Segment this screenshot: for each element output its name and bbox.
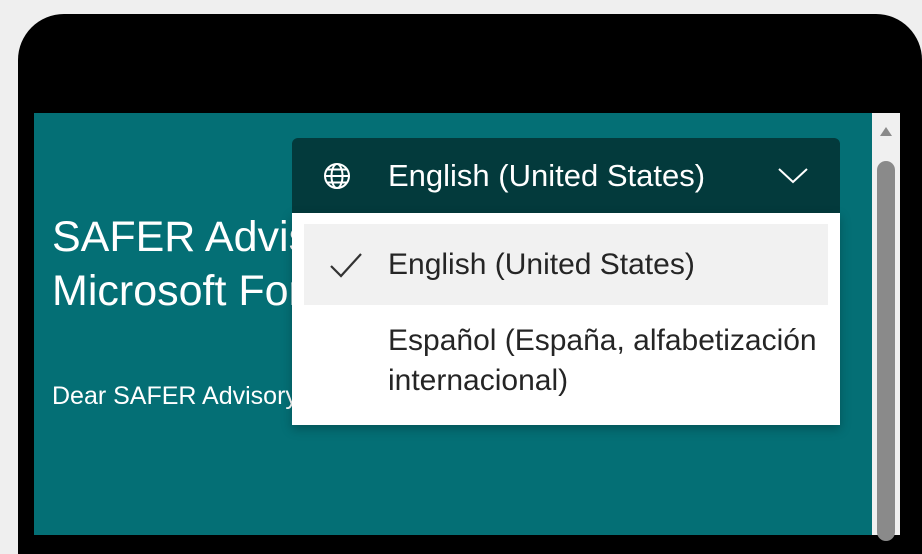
language-selector-button[interactable]: English (United States) bbox=[292, 138, 840, 213]
language-option-spanish[interactable]: Español (España, alfabetización internac… bbox=[304, 311, 828, 417]
scrollbar[interactable] bbox=[872, 113, 900, 541]
checkmark-icon bbox=[328, 248, 364, 282]
language-dropdown-menu: English (United States) Español (España,… bbox=[292, 213, 840, 425]
language-option-label: Español (España, alfabetización internac… bbox=[388, 324, 817, 397]
language-option-label: English (United States) bbox=[388, 248, 695, 281]
language-option-english[interactable]: English (United States) bbox=[304, 224, 828, 305]
chevron-down-icon[interactable] bbox=[776, 164, 810, 186]
scroll-up-arrow-icon[interactable] bbox=[880, 127, 892, 136]
current-language-label: English (United States) bbox=[388, 157, 706, 193]
scroll-thumb[interactable] bbox=[877, 161, 895, 541]
globe-icon bbox=[322, 161, 352, 191]
